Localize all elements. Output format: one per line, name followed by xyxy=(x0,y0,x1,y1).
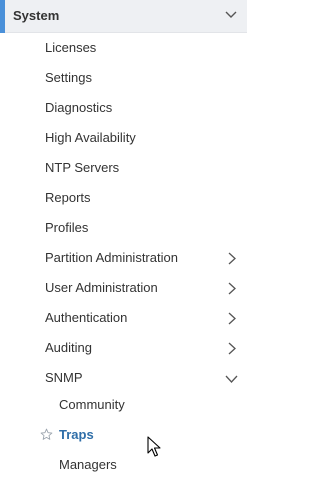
chevron-right-icon xyxy=(228,282,236,295)
nav-item-label: User Administration xyxy=(45,280,158,295)
nav-item-settings[interactable]: Settings xyxy=(0,63,247,93)
nav-item-profiles[interactable]: Profiles xyxy=(0,213,247,243)
section-title: System xyxy=(13,8,60,23)
nav-item-licenses[interactable]: Licenses xyxy=(0,33,247,63)
nav-item-diagnostics[interactable]: Diagnostics xyxy=(0,93,247,123)
nav-subitem-label: Community xyxy=(59,397,125,412)
chevron-right-icon xyxy=(228,312,236,325)
nav-item-partition-administration[interactable]: Partition Administration xyxy=(0,243,247,273)
system-nav-panel: System Licenses Settings Diagnostics Hig… xyxy=(0,0,247,472)
nav-subitem-managers[interactable]: Managers xyxy=(0,450,247,480)
nav-item-label: NTP Servers xyxy=(45,160,120,175)
nav-item-label: Settings xyxy=(45,70,92,85)
section-accent-bar xyxy=(0,0,5,33)
chevron-down-icon xyxy=(225,375,238,383)
nav-item-label: Profiles xyxy=(45,220,89,235)
nav-item-label: Diagnostics xyxy=(45,100,113,115)
nav-item-high-availability[interactable]: High Availability xyxy=(0,123,247,153)
nav-item-label: SNMP xyxy=(45,370,83,385)
nav-item-label: Partition Administration xyxy=(45,250,178,265)
nav-item-label: Authentication xyxy=(45,310,128,325)
section-header-system[interactable]: System xyxy=(0,0,247,33)
nav-subitem-community[interactable]: Community xyxy=(0,390,247,420)
nav-item-snmp[interactable]: SNMP xyxy=(0,363,247,393)
mouse-cursor-icon xyxy=(147,436,161,457)
chevron-right-icon xyxy=(228,342,236,355)
nav-item-user-administration[interactable]: User Administration xyxy=(0,273,247,303)
nav-subitem-label: Managers xyxy=(59,457,117,472)
star-icon[interactable] xyxy=(40,428,53,441)
chevron-down-icon xyxy=(225,11,237,18)
nav-subitem-label: Traps xyxy=(59,427,94,442)
nav-item-authentication[interactable]: Authentication xyxy=(0,303,247,333)
nav-item-label: Auditing xyxy=(45,340,92,355)
chevron-right-icon xyxy=(228,252,236,265)
nav-item-label: Reports xyxy=(45,190,91,205)
nav-subitem-traps[interactable]: Traps xyxy=(0,420,247,450)
nav-item-ntp-servers[interactable]: NTP Servers xyxy=(0,153,247,183)
nav-item-auditing[interactable]: Auditing xyxy=(0,333,247,363)
nav-item-label: High Availability xyxy=(45,130,136,145)
nav-item-label: Licenses xyxy=(45,40,97,55)
nav-item-reports[interactable]: Reports xyxy=(0,183,247,213)
